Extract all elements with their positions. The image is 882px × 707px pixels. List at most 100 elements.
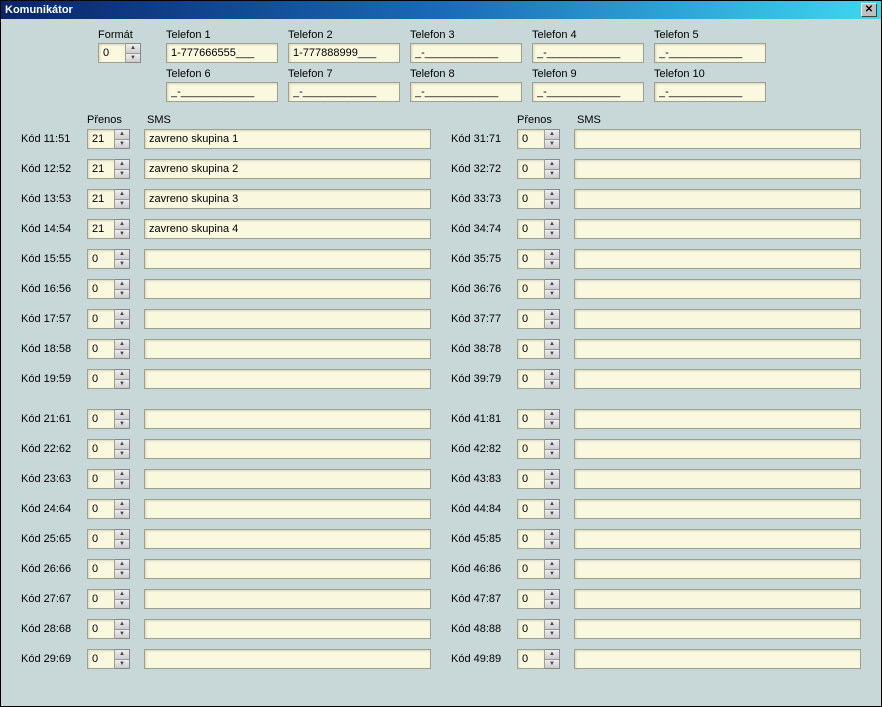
spin-down-icon[interactable]: ▼	[115, 290, 129, 299]
prenos-spinner[interactable]: ▲▼	[517, 409, 562, 429]
spin-up-icon[interactable]: ▲	[545, 190, 559, 200]
spin-down-icon[interactable]: ▼	[545, 290, 559, 299]
prenos-input[interactable]	[517, 469, 545, 489]
spin-down-icon[interactable]: ▼	[115, 450, 129, 459]
sms-input[interactable]	[574, 369, 861, 389]
prenos-input[interactable]	[87, 159, 115, 179]
spin-down-icon[interactable]: ▼	[545, 570, 559, 579]
prenos-input[interactable]	[517, 589, 545, 609]
spin-down-icon[interactable]: ▼	[115, 570, 129, 579]
prenos-spinner[interactable]: ▲▼	[87, 409, 132, 429]
prenos-input[interactable]	[87, 279, 115, 299]
prenos-input[interactable]	[517, 409, 545, 429]
spin-up-icon[interactable]: ▲	[545, 160, 559, 170]
sms-input[interactable]	[574, 649, 861, 669]
spin-down-icon[interactable]: ▼	[115, 380, 129, 389]
prenos-input[interactable]	[517, 189, 545, 209]
prenos-spinner[interactable]: ▲▼	[517, 559, 562, 579]
spin-down-icon[interactable]: ▼	[115, 350, 129, 359]
prenos-input[interactable]	[87, 339, 115, 359]
sms-input[interactable]	[144, 339, 431, 359]
telefon-input-3[interactable]	[410, 43, 522, 63]
spin-up-icon[interactable]: ▲	[115, 370, 129, 380]
spin-up-icon[interactable]: ▲	[115, 650, 129, 660]
sms-input[interactable]	[574, 219, 861, 239]
sms-input[interactable]	[574, 559, 861, 579]
prenos-input[interactable]	[87, 559, 115, 579]
prenos-input[interactable]	[87, 249, 115, 269]
spin-up-icon[interactable]: ▲	[545, 250, 559, 260]
spin-up-icon[interactable]: ▲	[545, 500, 559, 510]
prenos-input[interactable]	[517, 529, 545, 549]
sms-input[interactable]	[144, 249, 431, 269]
prenos-spinner[interactable]: ▲▼	[517, 159, 562, 179]
spin-up-icon[interactable]: ▲	[115, 340, 129, 350]
sms-input[interactable]	[574, 249, 861, 269]
spin-up-icon[interactable]: ▲	[545, 340, 559, 350]
spin-up-icon[interactable]: ▲	[115, 130, 129, 140]
spin-up-icon[interactable]: ▲	[545, 650, 559, 660]
sms-input[interactable]	[144, 409, 431, 429]
sms-input[interactable]	[144, 129, 431, 149]
spin-up-icon[interactable]: ▲	[545, 310, 559, 320]
sms-input[interactable]	[144, 369, 431, 389]
prenos-input[interactable]	[517, 309, 545, 329]
sms-input[interactable]	[574, 619, 861, 639]
spin-up-icon[interactable]: ▲	[115, 470, 129, 480]
sms-input[interactable]	[144, 499, 431, 519]
telefon-input-9[interactable]	[532, 82, 644, 102]
spin-up-icon[interactable]: ▲	[115, 560, 129, 570]
spin-down-icon[interactable]: ▼	[115, 230, 129, 239]
spin-down-icon[interactable]: ▼	[115, 660, 129, 669]
telefon-input-8[interactable]	[410, 82, 522, 102]
prenos-spinner[interactable]: ▲▼	[517, 249, 562, 269]
prenos-spinner[interactable]: ▲▼	[517, 439, 562, 459]
telefon-input-5[interactable]	[654, 43, 766, 63]
prenos-spinner[interactable]: ▲▼	[517, 339, 562, 359]
prenos-input[interactable]	[87, 529, 115, 549]
prenos-spinner[interactable]: ▲▼	[87, 309, 132, 329]
spin-up-icon[interactable]: ▲	[545, 620, 559, 630]
sms-input[interactable]	[144, 309, 431, 329]
prenos-spinner[interactable]: ▲▼	[517, 619, 562, 639]
spin-up-icon[interactable]: ▲	[115, 410, 129, 420]
spin-up-icon[interactable]: ▲	[115, 280, 129, 290]
prenos-spinner[interactable]: ▲▼	[87, 219, 132, 239]
spin-up-icon[interactable]: ▲	[115, 250, 129, 260]
prenos-input[interactable]	[517, 249, 545, 269]
sms-input[interactable]	[574, 279, 861, 299]
spin-down-icon[interactable]: ▼	[545, 420, 559, 429]
prenos-spinner[interactable]: ▲▼	[517, 369, 562, 389]
telefon-input-4[interactable]	[532, 43, 644, 63]
spin-up-icon[interactable]: ▲	[545, 440, 559, 450]
spin-up-icon[interactable]: ▲	[115, 220, 129, 230]
spin-down-icon[interactable]: ▼	[115, 260, 129, 269]
prenos-spinner[interactable]: ▲▼	[517, 129, 562, 149]
prenos-spinner[interactable]: ▲▼	[87, 129, 132, 149]
prenos-spinner[interactable]: ▲▼	[87, 469, 132, 489]
prenos-input[interactable]	[517, 279, 545, 299]
spin-up-icon[interactable]: ▲	[545, 130, 559, 140]
spin-down-icon[interactable]: ▼	[545, 450, 559, 459]
format-input[interactable]	[98, 43, 126, 63]
spin-down-icon[interactable]: ▼	[545, 170, 559, 179]
spin-up-icon[interactable]: ▲	[545, 590, 559, 600]
spin-up-icon[interactable]: ▲	[545, 470, 559, 480]
spin-down-icon[interactable]: ▼	[545, 380, 559, 389]
spin-down-icon[interactable]: ▼	[545, 260, 559, 269]
sms-input[interactable]	[144, 649, 431, 669]
prenos-input[interactable]	[517, 159, 545, 179]
spin-down-icon[interactable]: ▼	[115, 600, 129, 609]
prenos-spinner[interactable]: ▲▼	[87, 339, 132, 359]
prenos-spinner[interactable]: ▲▼	[517, 649, 562, 669]
prenos-spinner[interactable]: ▲▼	[87, 369, 132, 389]
sms-input[interactable]	[144, 619, 431, 639]
prenos-input[interactable]	[87, 469, 115, 489]
spin-up-icon[interactable]: ▲	[545, 530, 559, 540]
prenos-input[interactable]	[87, 499, 115, 519]
sms-input[interactable]	[574, 499, 861, 519]
prenos-input[interactable]	[517, 499, 545, 519]
spin-up-icon[interactable]: ▲	[126, 44, 140, 54]
spin-up-icon[interactable]: ▲	[545, 280, 559, 290]
spin-down-icon[interactable]: ▼	[545, 630, 559, 639]
